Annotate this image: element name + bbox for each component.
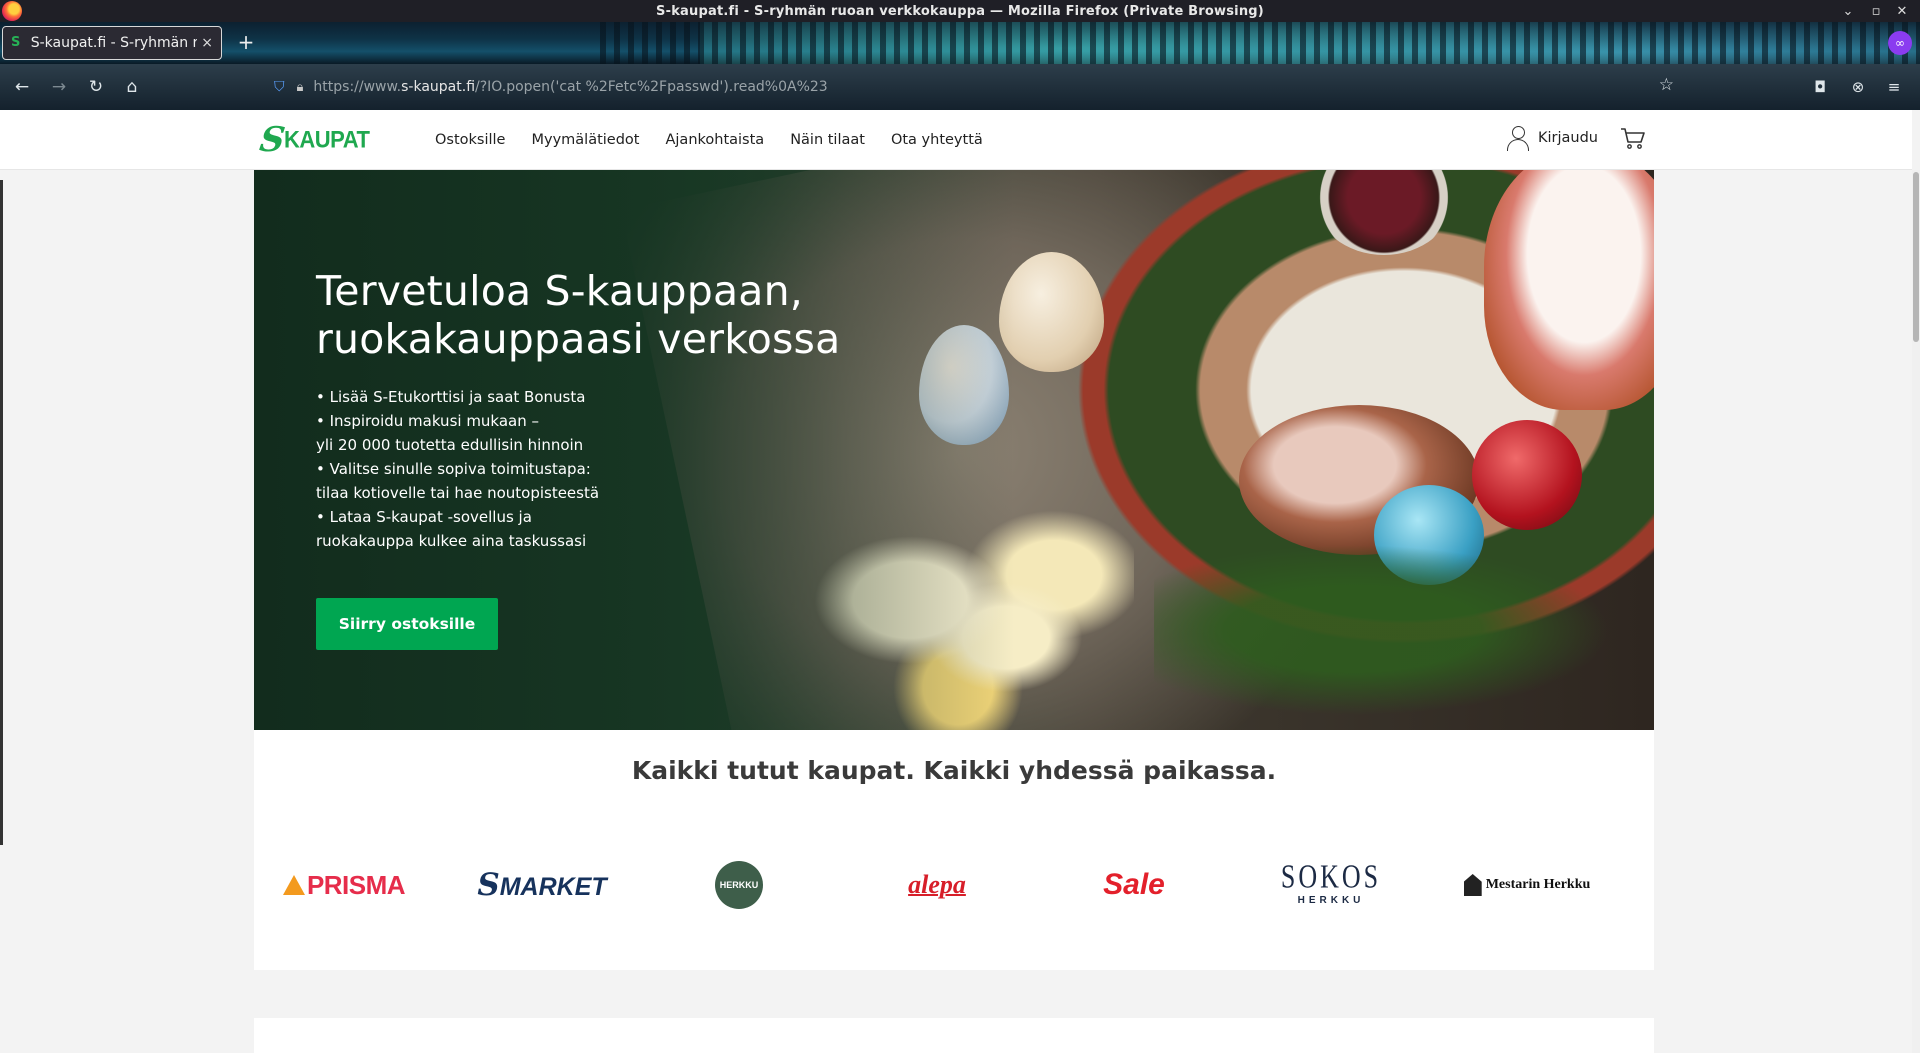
tab-s-kaupat[interactable]: S S-kaupat.fi - S-ryhmän ru × <box>2 26 222 60</box>
tab-strip: S S-kaupat.fi - S-ryhmän ru × + ∞ <box>0 22 1920 64</box>
extension-icon[interactable]: ⊗ <box>1846 75 1870 99</box>
shopping-cart-icon[interactable] <box>1620 126 1646 150</box>
hero-bullet: • Lataa S-kaupat -sovellus ja ruokakaupp… <box>316 508 587 550</box>
nav-nain-tilaat[interactable]: Näin tilaat <box>790 132 865 148</box>
food-market-herkku-logo[interactable]: HERKKU <box>659 860 819 910</box>
forward-icon[interactable]: → <box>47 75 71 99</box>
store-logos: PRISMA SMARKET HERKKU alepa Sale SOKOS H… <box>254 859 1654 910</box>
reload-icon[interactable]: ↻ <box>84 75 108 99</box>
stores-heading: Kaikki tutut kaupat. Kaikki yhdessä paik… <box>631 756 1277 785</box>
url-bar[interactable]: ⛉ 🔒︎ https://www.s-kaupat.fi/?IO.popen('… <box>266 71 1676 103</box>
window-titlebar: S-kaupat.fi - S-ryhmän ruoan verkkokaupp… <box>0 0 1920 22</box>
nav-ostoksille[interactable]: Ostoksille <box>435 132 505 148</box>
lock-icon[interactable]: 🔒︎ <box>297 80 304 95</box>
sokos-herkku-logo[interactable]: SOKOS HERKKU <box>1251 859 1411 910</box>
mestarin-herkku-logo[interactable]: Mestarin Herkku <box>1447 860 1607 910</box>
s-kaupat-favicon-icon: S <box>11 35 21 50</box>
hero-content: Tervetuloa S-kauppaan, ruokakauppaasi ve… <box>316 267 876 553</box>
bookmark-star-icon[interactable]: ☆ <box>1659 75 1674 95</box>
home-icon[interactable]: ⌂ <box>120 75 144 99</box>
url-text[interactable]: https://www.s-kaupat.fi/?IO.popen('cat %… <box>313 79 827 95</box>
tab-close-icon[interactable]: × <box>201 35 213 51</box>
mestarin-house-icon <box>1463 874 1482 896</box>
hero-bullet: • Lisää S-Etukorttisi ja saat Bonusta <box>316 388 586 406</box>
navigation-toolbar: ← → ↻ ⌂ ⛉ 🔒︎ https://www.s-kaupat.fi/?IO… <box>0 64 1920 110</box>
hero-bullet: • Inspiroidu makusi mukaan – yli 20 000 … <box>316 412 584 454</box>
nav-myymalatiedot[interactable]: Myymälätiedot <box>531 132 639 148</box>
page-viewport: S KAUPAT Ostoksille Myymälätiedot Ajanko… <box>0 110 1920 1053</box>
scrollbar-thumb[interactable] <box>1913 172 1919 342</box>
nav-ajankohtaista[interactable]: Ajankohtaista <box>665 132 764 148</box>
prisma-logo[interactable]: PRISMA <box>264 860 424 910</box>
prisma-triangle-icon <box>282 875 305 895</box>
s-logo-mark-icon: S <box>257 120 288 160</box>
next-section <box>254 1018 1654 1053</box>
hero-bullet: • Valitse sinulle sopiva toimitustapa: t… <box>316 460 600 502</box>
menu-icon[interactable]: ≡ <box>1882 75 1906 99</box>
back-icon[interactable]: ← <box>10 75 34 99</box>
login-label: Kirjaudu <box>1538 130 1598 146</box>
s-market-logo[interactable]: SMARKET <box>462 860 622 910</box>
logo-text: KAUPAT <box>284 125 370 154</box>
new-tab-button[interactable]: + <box>234 30 258 54</box>
main-nav: Ostoksille Myymälätiedot Ajankohtaista N… <box>435 110 983 170</box>
hero-bullets: • Lisää S-Etukorttisi ja saat Bonusta • … <box>316 385 876 553</box>
tab-label: S-kaupat.fi - S-ryhmän ru <box>30 35 198 51</box>
firefox-logo-icon <box>2 1 22 21</box>
private-browsing-icon: ∞ <box>1888 31 1912 55</box>
s-kaupat-logo[interactable]: S KAUPAT <box>257 120 370 160</box>
site-header: S KAUPAT Ostoksille Myymälätiedot Ajanko… <box>0 110 1912 170</box>
tracking-protection-icon[interactable]: ⛉ <box>274 79 285 95</box>
window-title: S-kaupat.fi - S-ryhmän ruoan verkkokaupp… <box>656 3 1264 19</box>
alepa-logo[interactable]: alepa <box>857 860 1017 910</box>
nav-ota-yhteytta[interactable]: Ota yhteyttä <box>891 132 983 148</box>
user-icon <box>1506 125 1530 151</box>
page-scrollbar[interactable] <box>1912 170 1920 1053</box>
maximize-icon[interactable]: ▫ <box>1864 0 1888 22</box>
shop-now-button[interactable]: Siirry ostoksille <box>316 598 498 650</box>
pocket-icon[interactable]: ◘ <box>1808 75 1832 99</box>
minimize-icon[interactable]: ⌄ <box>1836 0 1860 22</box>
sale-logo[interactable]: Sale <box>1054 860 1214 910</box>
stores-section: Kaikki tutut kaupat. Kaikki yhdessä paik… <box>254 730 1654 970</box>
hero-banner: Tervetuloa S-kauppaan, ruokakauppaasi ve… <box>254 170 1654 730</box>
close-window-icon[interactable]: ✕ <box>1890 0 1914 22</box>
hero-title: Tervetuloa S-kauppaan, ruokakauppaasi ve… <box>316 267 841 363</box>
login-button[interactable]: Kirjaudu <box>1506 125 1598 151</box>
